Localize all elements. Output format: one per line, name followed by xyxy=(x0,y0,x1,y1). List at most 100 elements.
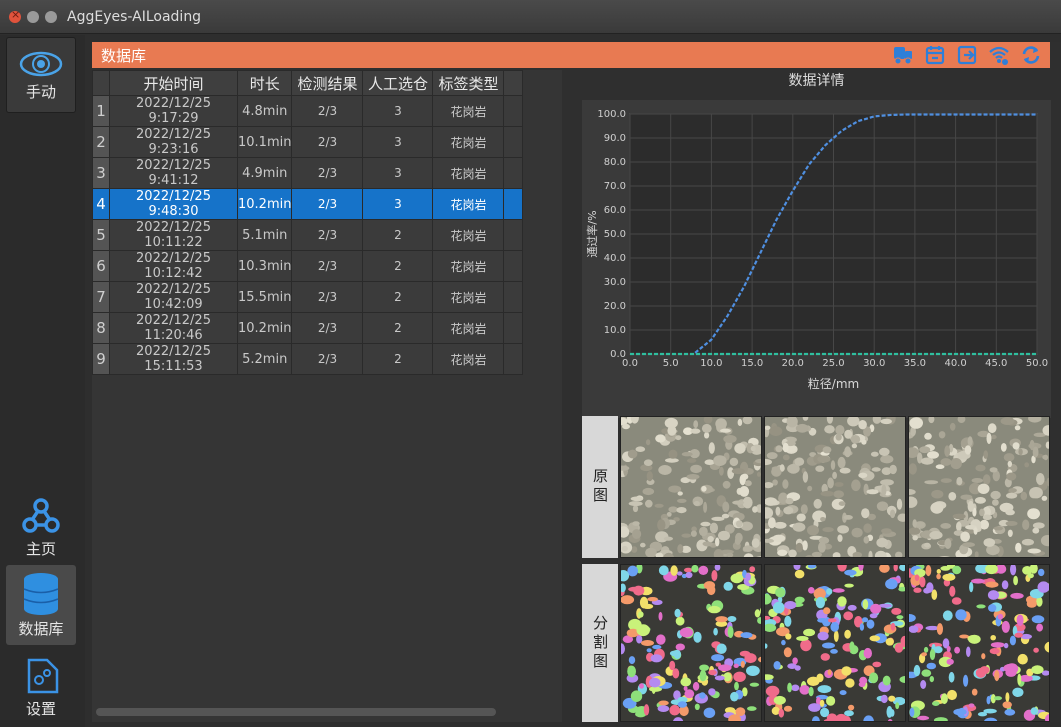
cell-label-type: 花岗岩 xyxy=(432,95,505,127)
segmented-image-2[interactable] xyxy=(764,564,906,722)
cell-duration: 4.9min xyxy=(236,157,293,189)
detail-title: 数据详情 xyxy=(788,73,845,89)
panel-title: 数据库 xyxy=(101,46,147,65)
cell-extra xyxy=(503,343,524,375)
cell-extra xyxy=(503,126,524,158)
table-row[interactable]: 1 2022/12/25 9:17:29 4.8min 2/3 3 花岗岩 xyxy=(92,95,524,127)
cell-label-type: 花岗岩 xyxy=(432,281,505,313)
table-row[interactable]: 7 2022/12/25 10:42:09 15.5min 2/3 2 花岗岩 xyxy=(92,281,524,313)
panel-header: 数据库 xyxy=(92,42,1050,68)
y-tick-label: 50.0 xyxy=(604,229,626,240)
maximize-window-button[interactable] xyxy=(45,10,57,23)
horizontal-scrollbar[interactable] xyxy=(96,708,496,716)
original-image-label: 原图 xyxy=(582,416,618,558)
cell-duration: 10.1min xyxy=(236,126,293,158)
wifi-icon[interactable] xyxy=(988,44,1010,66)
segmented-image-3[interactable] xyxy=(908,564,1050,722)
y-tick-label: 90.0 xyxy=(604,133,626,144)
x-tick-label: 35.0 xyxy=(904,358,926,369)
table-header-row: 开始时间 时长 检测结果 人工选仓 标签类型 xyxy=(92,70,524,96)
row-index: 7 xyxy=(92,281,110,313)
cell-label-type: 花岗岩 xyxy=(432,126,505,158)
settings-nav-button[interactable]: 设置 xyxy=(6,647,76,727)
cell-result: 2/3 xyxy=(291,95,364,127)
row-index: 4 xyxy=(92,188,110,220)
x-tick-label: 15.0 xyxy=(741,358,763,369)
column-header-manual-bin[interactable]: 人工选仓 xyxy=(362,70,434,96)
y-tick-label: 70.0 xyxy=(604,181,626,192)
segmented-image-label-text: 分割图 xyxy=(591,614,609,672)
original-image-label-text: 原图 xyxy=(591,468,609,506)
table-row[interactable]: 3 2022/12/25 9:41:12 4.9min 2/3 3 花岗岩 xyxy=(92,157,524,189)
cell-result: 2/3 xyxy=(291,219,364,251)
cell-manual-bin: 2 xyxy=(362,343,434,375)
database-icon xyxy=(23,572,59,615)
row-index: 2 xyxy=(92,126,110,158)
home-label: 主页 xyxy=(25,539,56,558)
calendar-icon[interactable] xyxy=(924,44,946,66)
cell-manual-bin: 2 xyxy=(362,250,434,282)
cell-start-time: 2022/12/25 10:42:09 xyxy=(109,281,238,313)
column-header-label-type[interactable]: 标签类型 xyxy=(432,70,505,96)
segmented-image-label: 分割图 xyxy=(582,564,618,722)
cell-label-type: 花岗岩 xyxy=(432,250,505,282)
grading-chart: 0.0 5.0 10.0 15.0 20.0 25.0 30.0 35.0 40.0 45.0 50… xyxy=(582,100,1051,418)
cell-label-type: 花岗岩 xyxy=(432,219,505,251)
minimize-window-button[interactable] xyxy=(27,10,39,23)
exit-icon[interactable] xyxy=(956,44,978,66)
segmented-image-1[interactable] xyxy=(620,564,762,722)
cell-start-time: 2022/12/25 15:11:53 xyxy=(109,343,238,375)
x-axis-label: 粒径/mm xyxy=(808,376,859,391)
cell-label-type: 花岗岩 xyxy=(432,188,505,220)
cell-result: 2/3 xyxy=(291,343,364,375)
cell-result: 2/3 xyxy=(291,188,364,220)
cell-result: 2/3 xyxy=(291,281,364,313)
cell-manual-bin: 2 xyxy=(362,281,434,313)
cell-label-type: 花岗岩 xyxy=(432,157,505,189)
manual-mode-button[interactable]: 手动 xyxy=(6,37,76,113)
column-header-result[interactable]: 检测结果 xyxy=(291,70,364,96)
table-row[interactable]: 9 2022/12/25 15:11:53 5.2min 2/3 2 花岗岩 xyxy=(92,343,524,375)
app-title: AggEyes-AILoading xyxy=(67,8,202,25)
y-tick-label: 60.0 xyxy=(604,205,626,216)
column-header-start-time[interactable]: 开始时间 xyxy=(109,70,238,96)
manual-mode-label: 手动 xyxy=(25,82,56,101)
row-index: 6 xyxy=(92,250,110,282)
cell-extra xyxy=(503,250,524,282)
table-row[interactable]: 8 2022/12/25 11:20:46 10.2min 2/3 2 花岗岩 xyxy=(92,312,524,344)
grading-curve-chart: 0.0 5.0 10.0 15.0 20.0 25.0 30.0 35.0 40.0 45.0 50… xyxy=(585,109,1048,391)
database-nav-button[interactable]: 数据库 xyxy=(6,565,76,645)
y-tick-label: 100.0 xyxy=(597,109,626,120)
eye-icon xyxy=(19,51,63,76)
cell-extra xyxy=(503,281,524,313)
database-panel: 数据库 开始时间 时长 检测结果 人工选仓 标签类型 1 2022/12/25 … xyxy=(92,42,1061,722)
table-row[interactable]: 4 2022/12/25 9:48:30 10.2min 2/3 3 花岗岩 xyxy=(92,188,524,220)
cell-result: 2/3 xyxy=(291,250,364,282)
y-tick-label: 80.0 xyxy=(604,157,626,168)
cell-manual-bin: 3 xyxy=(362,126,434,158)
original-image-3[interactable] xyxy=(908,416,1050,558)
truck-icon[interactable] xyxy=(892,44,914,66)
row-index-header xyxy=(92,70,110,96)
records-table-container: 开始时间 时长 检测结果 人工选仓 标签类型 1 2022/12/25 9:17:… xyxy=(92,70,562,722)
row-index: 8 xyxy=(92,312,110,344)
cell-label-type: 花岗岩 xyxy=(432,312,505,344)
cell-start-time: 2022/12/25 9:23:16 xyxy=(109,126,238,158)
original-image-1[interactable] xyxy=(620,416,762,558)
cell-duration: 4.8min xyxy=(236,95,293,127)
original-image-2[interactable] xyxy=(764,416,906,558)
table-row[interactable]: 5 2022/12/25 10:11:22 5.1min 2/3 2 花岗岩 xyxy=(92,219,524,251)
x-tick-label: 50.0 xyxy=(1026,358,1048,369)
records-table: 开始时间 时长 检测结果 人工选仓 标签类型 1 2022/12/25 9:17:… xyxy=(92,70,524,375)
x-tick-label: 30.0 xyxy=(863,358,885,369)
home-nav-button[interactable]: 主页 xyxy=(6,490,76,564)
refresh-icon[interactable] xyxy=(1020,44,1042,66)
y-tick-label: 40.0 xyxy=(604,253,626,264)
y-tick-label: 10.0 xyxy=(604,325,626,336)
close-window-button[interactable] xyxy=(9,8,21,23)
cell-manual-bin: 3 xyxy=(362,157,434,189)
table-row[interactable]: 6 2022/12/25 10:12:42 10.3min 2/3 2 花岗岩 xyxy=(92,250,524,282)
database-label: 数据库 xyxy=(18,619,64,638)
table-row[interactable]: 2 2022/12/25 9:23:16 10.1min 2/3 3 花岗岩 xyxy=(92,126,524,158)
column-header-duration[interactable]: 时长 xyxy=(236,70,293,96)
